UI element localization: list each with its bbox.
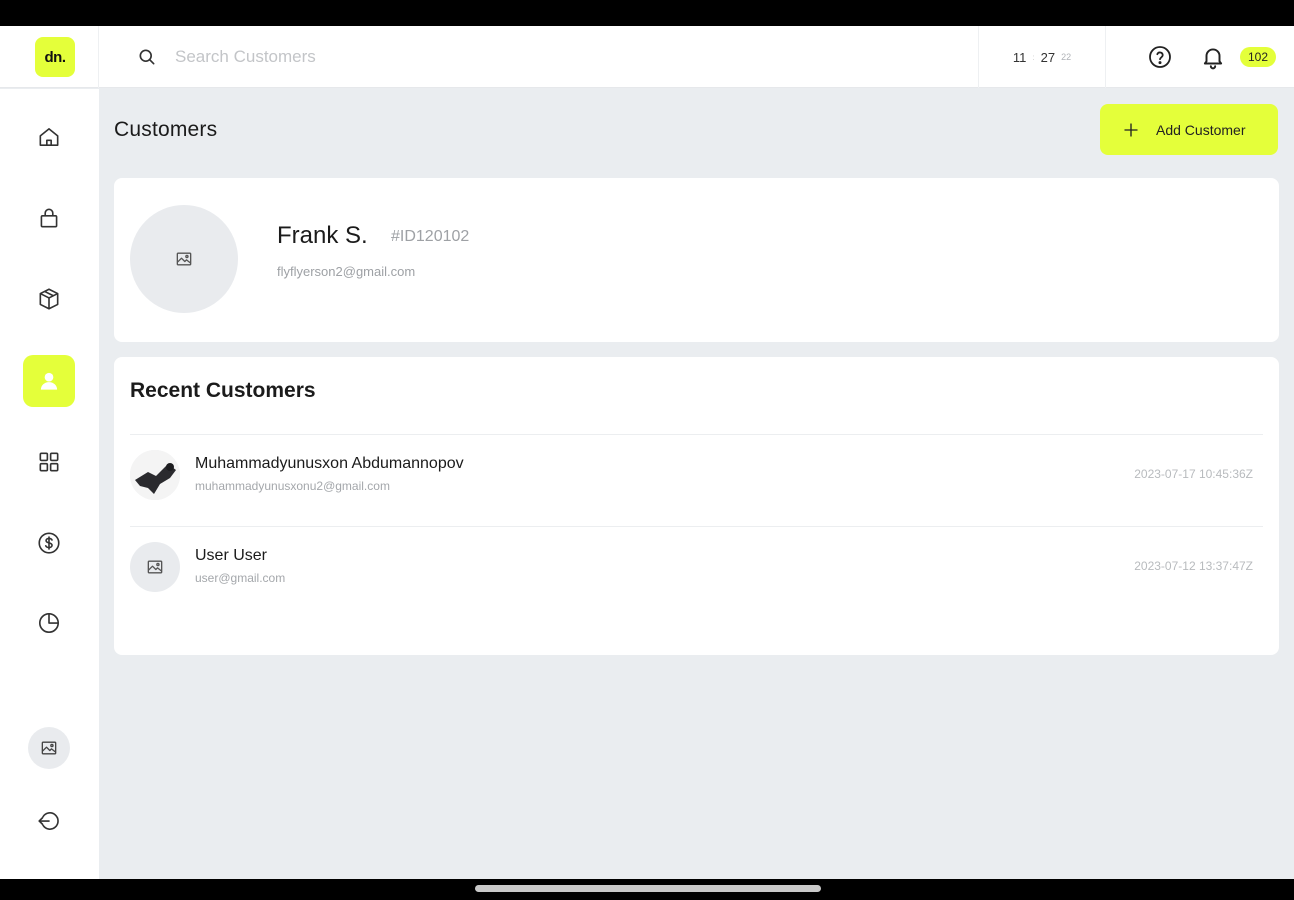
sidebar	[0, 89, 99, 879]
home-indicator[interactable]	[475, 885, 821, 892]
box-icon	[39, 288, 59, 310]
list-item-timestamp: 2023-07-12 13:37:47Z	[1134, 559, 1253, 573]
image-placeholder-icon	[147, 560, 163, 574]
customer-profile-card: Frank S. #ID120102 flyflyerson2@gmail.co…	[114, 178, 1279, 342]
sidebar-item-products[interactable]	[23, 273, 75, 325]
bag-icon	[40, 208, 58, 228]
clock-separator: :	[1032, 52, 1035, 62]
sidebar-item-orders[interactable]	[23, 192, 75, 244]
app-logo[interactable]: dn.	[35, 37, 75, 77]
clock: 11 : 27 22	[978, 26, 1106, 88]
logout-icon	[38, 812, 59, 830]
app-window: dn. 11 : 27 22 102	[0, 26, 1294, 879]
image-placeholder-icon	[41, 741, 57, 755]
page-title: Customers	[114, 118, 218, 141]
image-placeholder-icon	[176, 252, 192, 266]
list-item-email: user@gmail.com	[195, 571, 286, 585]
grid-icon	[39, 452, 59, 472]
plus-icon	[1124, 122, 1138, 137]
user-photo-icon	[130, 450, 180, 500]
clock-seconds: 22	[1061, 52, 1072, 62]
pie-chart-icon	[38, 612, 60, 634]
divider	[130, 434, 1263, 435]
bell-icon[interactable]	[1200, 44, 1226, 70]
search-bar	[137, 42, 737, 72]
sidebar-item-home[interactable]	[23, 111, 75, 163]
customer-email: flyflyerson2@gmail.com	[277, 264, 416, 279]
clock-hours: 11	[1012, 49, 1027, 65]
search-icon	[139, 49, 155, 65]
clock-minutes: 27	[1040, 49, 1056, 65]
customer-avatar	[130, 205, 238, 313]
sidebar-item-logout[interactable]	[23, 795, 75, 847]
sidebar-item-categories[interactable]	[23, 436, 75, 488]
notification-badge[interactable]: 102	[1240, 47, 1276, 67]
list-item[interactable]: Muhammadyunusxon Abdumannopov muhammadyu…	[130, 441, 1263, 501]
help-icon[interactable]	[1148, 45, 1172, 69]
sidebar-profile-avatar[interactable]	[28, 727, 70, 769]
logo-cell: dn.	[0, 26, 99, 88]
customer-name: Frank S.	[277, 222, 368, 249]
recent-customers-card: Recent Customers Muhammadyunusxon Abduma…	[114, 357, 1279, 655]
list-item-name: Muhammadyunusxon Abdumannopov	[195, 455, 464, 472]
top-bar: dn. 11 : 27 22 102	[0, 26, 1294, 88]
home-icon	[39, 128, 59, 146]
recent-customers-title: Recent Customers	[130, 379, 316, 402]
search-input[interactable]	[175, 47, 675, 67]
list-item-timestamp: 2023-07-17 10:45:36Z	[1134, 467, 1253, 481]
dollar-icon	[38, 532, 60, 554]
list-item-name: User User	[195, 547, 268, 564]
user-icon	[40, 372, 58, 390]
sidebar-item-payments[interactable]	[23, 517, 75, 569]
sidebar-item-customers[interactable]	[23, 355, 75, 407]
customer-id: #ID120102	[391, 228, 470, 245]
add-customer-label: Add Customer	[1156, 121, 1246, 138]
avatar	[130, 450, 180, 500]
list-item[interactable]: User User user@gmail.com 2023-07-12 13:3…	[130, 533, 1263, 593]
sidebar-item-reports[interactable]	[23, 597, 75, 649]
add-customer-button[interactable]: Add Customer	[1100, 104, 1278, 155]
list-item-email: muhammadyunusxonu2@gmail.com	[195, 479, 390, 493]
avatar	[130, 542, 180, 592]
divider	[130, 526, 1263, 527]
